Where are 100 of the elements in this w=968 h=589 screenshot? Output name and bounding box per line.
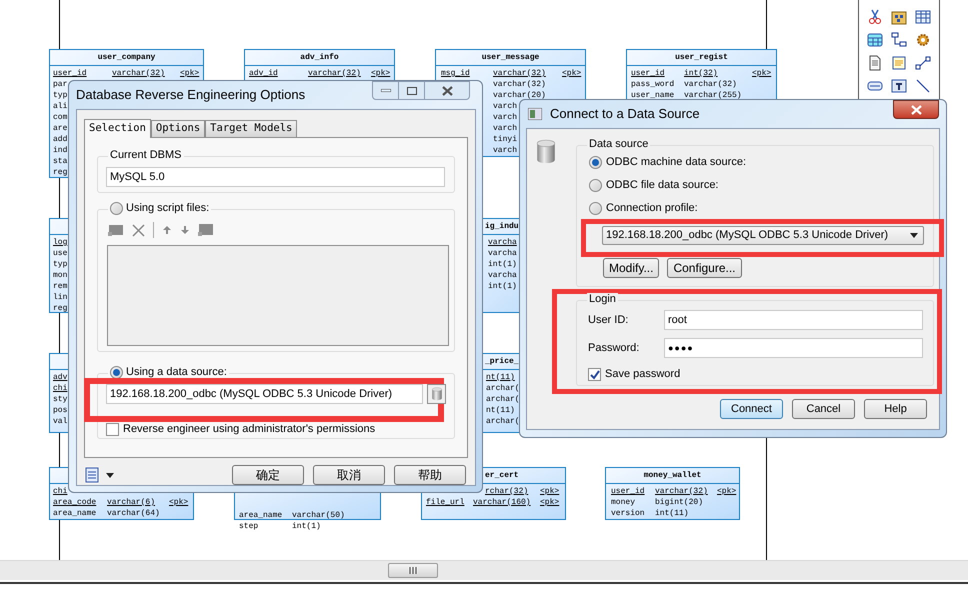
field-label: Password:	[588, 340, 640, 356]
dialog-button[interactable]: Modify...	[603, 258, 660, 278]
scroll-thumb[interactable]	[388, 563, 438, 578]
move-up-icon[interactable]	[162, 225, 172, 235]
group-label: Login	[587, 293, 618, 306]
radio-label: Connection profile:	[606, 202, 698, 215]
table-name: user_message	[480, 52, 540, 64]
column-type: varcha	[488, 248, 517, 259]
column-type: varcha	[488, 270, 517, 281]
column-name: user_name	[631, 90, 674, 101]
close-icon	[442, 86, 452, 96]
column-name: pos	[53, 405, 68, 416]
add-file-icon[interactable]	[108, 223, 124, 237]
grip-icon	[409, 567, 417, 574]
column-type: nt(11)	[486, 405, 515, 416]
column-name: chi	[53, 383, 68, 394]
checkbox[interactable]	[106, 423, 119, 436]
column-name: lin	[53, 292, 68, 303]
close-icon	[910, 104, 922, 114]
column-name: pass_word	[631, 79, 674, 90]
script-file-list[interactable]	[107, 245, 449, 346]
scissors-icon[interactable]	[866, 9, 883, 25]
column-name: msg_id	[441, 68, 470, 79]
view-icon[interactable]	[866, 32, 883, 48]
column-type: varchar(32)	[684, 79, 737, 90]
report-icon[interactable]	[84, 467, 100, 483]
dialog-button[interactable]: Help	[864, 399, 927, 419]
gear-icon[interactable]	[915, 32, 932, 48]
key-label: <pk>	[562, 68, 582, 79]
tab[interactable]: Target Models	[205, 120, 298, 137]
column-type: varch	[493, 101, 518, 112]
profile-dropdown[interactable]: 192.168.18.200_odbc (MySQL ODBC 5.3 Unicode Driver)	[602, 226, 924, 245]
close-button[interactable]	[425, 81, 470, 100]
column-name: adv	[53, 372, 68, 383]
select-source-button[interactable]	[427, 384, 446, 404]
radio-button[interactable]	[589, 179, 602, 192]
column-name: val	[53, 416, 68, 427]
column-type: varcha	[488, 237, 517, 248]
radio-button[interactable]	[589, 156, 602, 169]
caret-down-icon[interactable]	[106, 472, 114, 478]
column-name: mon	[53, 270, 68, 281]
dialog-button[interactable]: 确定	[232, 465, 304, 485]
dialog-button[interactable]: Connect	[720, 399, 783, 419]
window-icon	[528, 108, 542, 120]
radio-button[interactable]	[589, 202, 602, 215]
tab[interactable]: Options	[150, 120, 206, 137]
data-source-field[interactable]: 192.168.18.200_odbc (MySQL ODBC 5.3 Unicode Driver)	[106, 384, 423, 404]
window-title: Database Reverse Engineering Options	[76, 86, 306, 104]
column-type: int(1)	[488, 259, 517, 270]
column-type: varchar(32)	[112, 68, 165, 79]
table-icon[interactable]	[915, 9, 932, 25]
column-name: user_id	[611, 486, 645, 497]
column-name: log	[53, 237, 68, 248]
connector-icon[interactable]	[915, 55, 932, 71]
column-name: typ	[53, 90, 68, 101]
delete-icon[interactable]	[132, 224, 145, 236]
maximize-button[interactable]	[399, 81, 425, 100]
radio-label: Using script files:	[126, 202, 210, 215]
key-label: <pk>	[540, 497, 560, 508]
dbms-field[interactable]: MySQL 5.0	[106, 167, 445, 187]
horizontal-scrollbar[interactable]	[0, 560, 968, 580]
note-icon[interactable]	[890, 55, 907, 71]
document-icon[interactable]	[866, 55, 883, 71]
minimize-button[interactable]	[372, 81, 399, 100]
dialog-button[interactable]: 取消	[313, 465, 385, 485]
column-type: varchar(20)	[493, 90, 546, 101]
checkbox[interactable]	[588, 368, 601, 381]
radio-label: Using a data source:	[126, 366, 227, 379]
table-name: ig_indu	[485, 221, 519, 233]
column-name: rem	[53, 281, 68, 292]
column-name: typ	[53, 259, 68, 270]
hierarchy-icon[interactable]	[890, 32, 907, 48]
database-icon	[430, 387, 442, 401]
column-name: sty	[53, 394, 68, 405]
line-icon[interactable]	[915, 78, 932, 94]
radio-button[interactable]	[110, 366, 123, 379]
close-button[interactable]	[893, 100, 939, 119]
dialog-button[interactable]: Configure...	[667, 258, 742, 278]
column-type: varchar(64)	[107, 508, 160, 519]
column-type: varchar(50)	[292, 510, 345, 521]
user-id-field[interactable]: root	[664, 310, 923, 330]
key-label: <pk>	[717, 486, 736, 497]
radio-button[interactable]	[110, 202, 123, 215]
column-type: int(1)	[292, 521, 321, 532]
radio-label: ODBC file data source:	[606, 179, 718, 192]
column-type: varchar(6)	[107, 497, 156, 508]
dialog-button[interactable]: 帮助	[394, 465, 466, 485]
dialog-button[interactable]: Cancel	[792, 399, 855, 419]
radio-label: ODBC machine data source:	[606, 156, 746, 169]
password-field[interactable]: ●●●●	[664, 338, 923, 358]
package-icon[interactable]	[890, 9, 907, 25]
tab[interactable]: Selection	[84, 119, 151, 138]
move-down-icon[interactable]	[180, 225, 190, 235]
folder-icon[interactable]	[198, 223, 214, 237]
text-box-icon[interactable]	[890, 78, 907, 94]
database-icon	[535, 139, 557, 164]
column-name: area_name	[53, 508, 96, 519]
column-name: ind	[53, 145, 68, 156]
key-label: <pk>	[169, 497, 188, 508]
column-type: int(11)	[655, 508, 689, 519]
